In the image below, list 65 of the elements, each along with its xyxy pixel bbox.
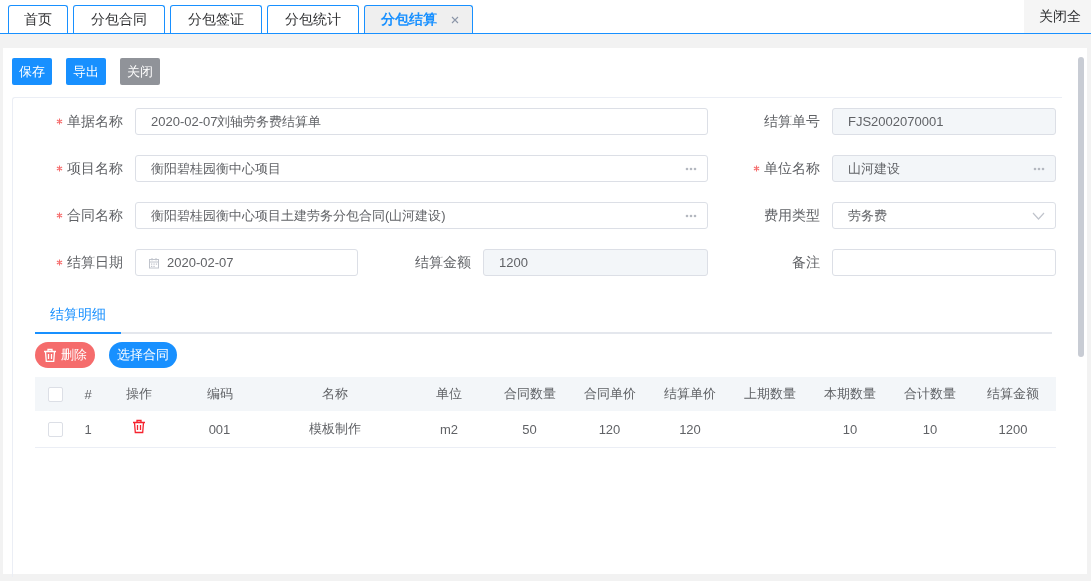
input-field[interactable] <box>832 249 1056 276</box>
field-label: 备注 <box>792 253 820 272</box>
table-cell: 120 <box>679 421 701 437</box>
table-cell: m2 <box>439 421 459 437</box>
input-field[interactable]: 衡阳碧桂园衡中心项目 <box>135 155 708 182</box>
table-cell: 1 <box>84 421 92 437</box>
column-header: 名称 <box>322 385 348 403</box>
field-label: 结算金额 <box>415 253 471 272</box>
field-value: 山河建设 <box>848 159 900 178</box>
checkbox[interactable] <box>47 421 63 437</box>
scrollbar[interactable] <box>1078 57 1084 357</box>
table-cell: 10 <box>922 421 938 437</box>
tab[interactable]: 首页 <box>8 5 68 33</box>
field-value: 2020-02-07刘轴劳务费结算单 <box>151 112 322 131</box>
column-header: # <box>84 386 92 402</box>
ellipsis-icon <box>1033 166 1045 171</box>
field-value: 衡阳碧桂园衡中心项目土建劳务分包合同(山河建设) <box>151 206 446 225</box>
close-icon[interactable] <box>451 15 459 24</box>
input-field[interactable]: 劳务费 <box>832 202 1056 229</box>
close-all-button[interactable]: 关闭全 <box>1024 0 1091 33</box>
table-cell: 50 <box>522 421 537 437</box>
column-header: 结算单价 <box>664 385 716 403</box>
calendar-icon <box>148 256 160 269</box>
checkbox[interactable] <box>47 386 63 402</box>
column-header: 合计数量 <box>904 385 956 403</box>
table-cell: 10 <box>842 421 858 437</box>
table-cell: 120 <box>598 421 621 437</box>
table-cell: 001 <box>208 421 231 437</box>
input-field[interactable]: 2020-02-07 <box>135 249 358 276</box>
field-label: 合同名称 <box>67 206 123 225</box>
tab[interactable]: 分包合同 <box>73 5 165 33</box>
field-value: 衡阳碧桂园衡中心项目 <box>151 159 281 178</box>
ellipsis-icon <box>685 166 697 171</box>
field-value: 劳务费 <box>848 206 887 225</box>
field-label: 结算单号 <box>764 112 820 131</box>
table-cell: 模板制作 <box>309 420 361 438</box>
tab[interactable]: 分包签证 <box>170 5 262 33</box>
field-label: 结算日期 <box>67 253 123 272</box>
chevron-down-icon <box>1032 211 1045 220</box>
column-header: 合同数量 <box>503 385 556 403</box>
column-header: 操作 <box>126 385 152 403</box>
input-field[interactable]: 山河建设 <box>832 155 1056 182</box>
trash-icon[interactable] <box>132 418 146 434</box>
column-header: 本期数量 <box>824 385 876 403</box>
table-cell: 1200 <box>998 421 1028 437</box>
column-header: 结算金额 <box>987 385 1039 403</box>
column-header: 上期数量 <box>744 385 796 403</box>
column-header: 合同单价 <box>583 385 636 403</box>
input-field[interactable]: 2020-02-07刘轴劳务费结算单 <box>135 108 708 135</box>
trash-icon <box>43 348 57 362</box>
tab[interactable]: 结算明细 <box>35 296 121 334</box>
column-header: 编码 <box>206 385 233 403</box>
tab[interactable]: 分包统计 <box>267 5 359 33</box>
field-label: 单据名称 <box>67 112 123 131</box>
input-field[interactable]: 1200 <box>483 249 708 276</box>
field-value: 2020-02-07 <box>167 255 234 270</box>
field-value: 1200 <box>499 255 528 270</box>
ellipsis-icon <box>685 213 697 218</box>
input-field[interactable]: 衡阳碧桂园衡中心项目土建劳务分包合同(山河建设) <box>135 202 708 229</box>
column-header: 单位 <box>436 385 462 403</box>
field-value: FJS2002070001 <box>848 114 944 129</box>
field-label: 费用类型 <box>764 206 820 225</box>
input-field[interactable]: FJS2002070001 <box>832 108 1056 135</box>
field-label: 单位名称 <box>764 159 820 178</box>
field-label: 项目名称 <box>67 159 123 178</box>
